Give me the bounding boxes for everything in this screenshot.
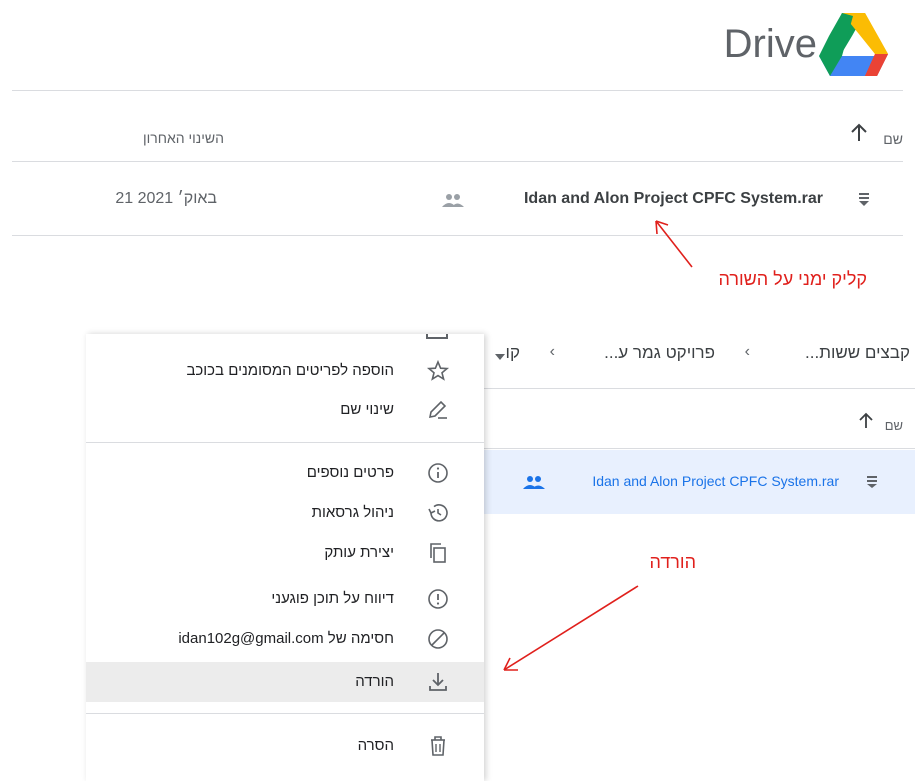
history-icon [428,504,448,522]
column-header-name[interactable]: שם [885,418,903,433]
menu-item-make-copy[interactable]: יצירת עותק [86,533,484,573]
file-name[interactable]: Idan and Alon Project CPFC System.rar [592,473,839,489]
menu-divider [86,442,484,443]
file-modified-date: 21 באוק׳ 2021 [115,190,217,207]
breadcrumb: קבצים ששות... › פרויקט גמר ע... › קו [485,343,915,373]
file-type-icon [867,476,877,488]
menu-item-label: ניהול גרסאות [311,504,394,521]
report-icon [428,589,448,609]
chevron-right-icon: › [549,343,555,360]
sort-arrow-up-icon[interactable] [849,122,869,144]
annotation-download: הורדה [649,552,696,572]
menu-item-label: הוספה לפריטים המסומנים בכוכב [186,362,394,379]
menu-item-label: יצירת עותק [324,544,394,561]
file-name[interactable]: Idan and Alon Project CPFC System.rar [524,190,823,208]
menu-item-label: חסימה של idan102g@gmail.com [178,630,394,647]
menu-item-label: שינוי שם [340,401,394,418]
menu-item-rename[interactable]: שינוי שם [86,390,484,430]
breadcrumb-dropdown-icon[interactable] [494,352,506,362]
block-icon [428,629,448,649]
column-header-name[interactable]: שם [883,131,903,147]
menu-item-partial-icon [426,334,448,339]
annotation-arrow-icon [655,220,693,268]
divider [483,388,915,389]
menu-item-download[interactable]: הורדה [86,662,484,702]
menu-item-label: דיווח על תוכן פוגעני [271,590,394,607]
sort-arrow-up-icon[interactable] [857,411,875,431]
download-icon [429,673,447,691]
breadcrumb-item[interactable]: קבצים ששות... [805,343,910,363]
annotation-arrow-icon [503,585,639,671]
divider [12,90,903,91]
file-type-icon [859,193,869,206]
menu-item-report-abuse[interactable]: דיווח על תוכן פוגעני [86,579,484,619]
copy-icon [430,543,446,563]
shared-people-icon [442,194,464,207]
star-icon [426,359,450,381]
annotation-right-click: קליק ימני על השורה [718,269,867,289]
drive-brand-title: Drive [723,22,817,66]
google-drive-logo-icon [819,13,888,76]
divider [483,448,915,449]
menu-item-label: הורדה [355,673,394,690]
menu-item-add-to-starred[interactable]: הוספה לפריטים המסומנים בכוכב [86,351,484,391]
menu-item-block-user[interactable]: חסימה של idan102g@gmail.com [86,619,484,659]
breadcrumb-item[interactable]: קו [506,343,520,363]
divider [12,161,903,162]
breadcrumb-item[interactable]: פרויקט גמר ע... [604,343,715,363]
menu-item-label: הסרה [357,737,394,754]
menu-divider [86,713,484,714]
menu-item-label: פרטים נוספים [306,464,394,481]
menu-item-remove[interactable]: הסרה [86,726,484,766]
info-icon [428,463,448,483]
trash-icon [431,736,445,756]
shared-people-icon [523,476,545,489]
menu-item-details[interactable]: פרטים נוספים [86,453,484,493]
divider [12,235,903,236]
pencil-icon [428,400,447,419]
menu-item-manage-versions[interactable]: ניהול גרסאות [86,493,484,533]
context-menu: הוספה לפריטים המסומנים בכוכב שינוי שם פר… [86,334,484,781]
column-header-last-modified[interactable]: השינוי האחרון [143,130,224,146]
chevron-right-icon: › [744,343,750,360]
